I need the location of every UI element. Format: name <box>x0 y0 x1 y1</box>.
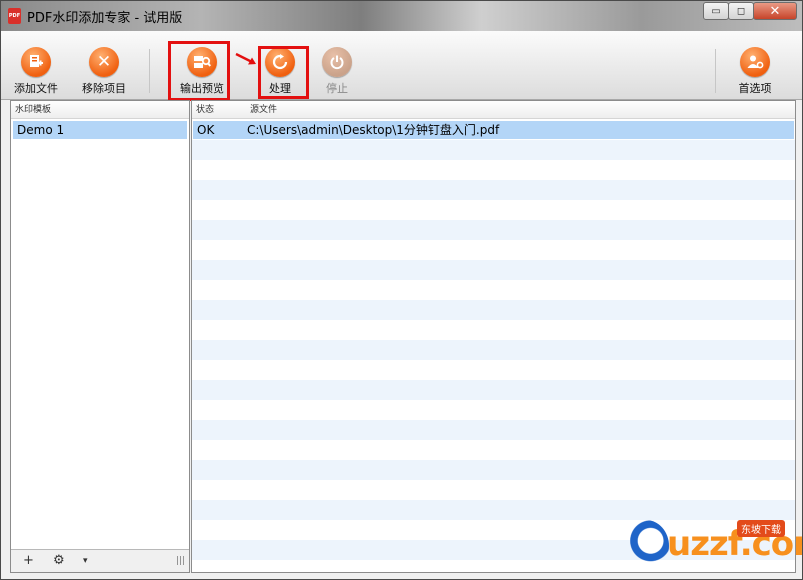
site-watermark-logo: uzzf.com 东坡下载 <box>623 518 802 576</box>
window-controls: ▭ ◻ ✕ <box>703 2 797 20</box>
toolbar: 添加文件 ✕ 移除项目 输出预览 处理 停止 首选项 <box>1 31 802 101</box>
toolbar-separator-right <box>715 49 716 93</box>
swirl-logo-icon <box>623 520 669 572</box>
maximize-button[interactable]: ◻ <box>728 2 754 20</box>
add-template-button[interactable]: + <box>23 553 34 568</box>
preferences-button[interactable]: 首选项 <box>725 47 785 96</box>
window-title: PDF水印添加专家 - 试用版 <box>27 11 183 26</box>
resize-grip-icon[interactable]: ||| <box>176 556 185 566</box>
app-window: PDF PDF水印添加专家 - 试用版 ▭ ◻ ✕ 添加文件 ✕ 移除项目 输出… <box>0 0 803 580</box>
template-panel: 水印模板 Demo 1 + ⚙ ▾ ||| <box>10 100 190 573</box>
process-highlight-box <box>258 46 309 99</box>
add-file-label: 添加文件 <box>14 82 58 95</box>
title-bar[interactable]: PDF PDF水印添加专家 - 试用版 ▭ ◻ ✕ <box>1 1 802 31</box>
close-button[interactable]: ✕ <box>753 2 797 20</box>
file-list-header: 状态 源文件 <box>192 101 795 119</box>
remove-item-button[interactable]: ✕ 移除项目 <box>74 47 134 96</box>
template-column-header[interactable]: 水印模板 <box>11 101 189 119</box>
table-row[interactable]: OK C:\Users\admin\Desktop\1分钟钉盘入门.pdf <box>193 121 794 139</box>
add-file-icon <box>21 47 51 77</box>
template-item-demo-1[interactable]: Demo 1 <box>13 121 187 139</box>
stop-power-icon <box>322 47 352 77</box>
preferences-label: 首选项 <box>738 82 772 95</box>
stop-button[interactable]: 停止 <box>307 47 367 96</box>
watermark-tag: 东坡下载 <box>737 520 785 537</box>
annotation-arrow-icon <box>235 52 256 65</box>
preview-highlight-box <box>168 41 230 101</box>
stop-label: 停止 <box>326 82 348 95</box>
file-rows: OK C:\Users\admin\Desktop\1分钟钉盘入门.pdf <box>192 120 795 572</box>
settings-gear-icon[interactable]: ⚙ <box>53 553 65 568</box>
minimize-button[interactable]: ▭ <box>703 2 729 20</box>
settings-dropdown-icon[interactable]: ▾ <box>83 556 88 566</box>
file-status: OK <box>197 123 215 137</box>
add-file-button[interactable]: 添加文件 <box>6 47 66 96</box>
remove-x-icon: ✕ <box>89 47 119 77</box>
file-path: C:\Users\admin\Desktop\1分钟钉盘入门.pdf <box>247 123 500 137</box>
pdf-app-icon: PDF <box>8 8 21 24</box>
toolbar-separator <box>149 49 150 93</box>
source-column-header[interactable]: 源文件 <box>250 101 277 119</box>
template-toolbar: + ⚙ ▾ ||| <box>11 549 189 572</box>
status-column-header[interactable]: 状态 <box>196 101 214 119</box>
remove-item-label: 移除项目 <box>82 82 126 95</box>
file-list-panel: 状态 源文件 OK C:\Users\admin\Desktop\1分钟钉盘入门… <box>191 100 796 573</box>
user-settings-icon <box>740 47 770 77</box>
